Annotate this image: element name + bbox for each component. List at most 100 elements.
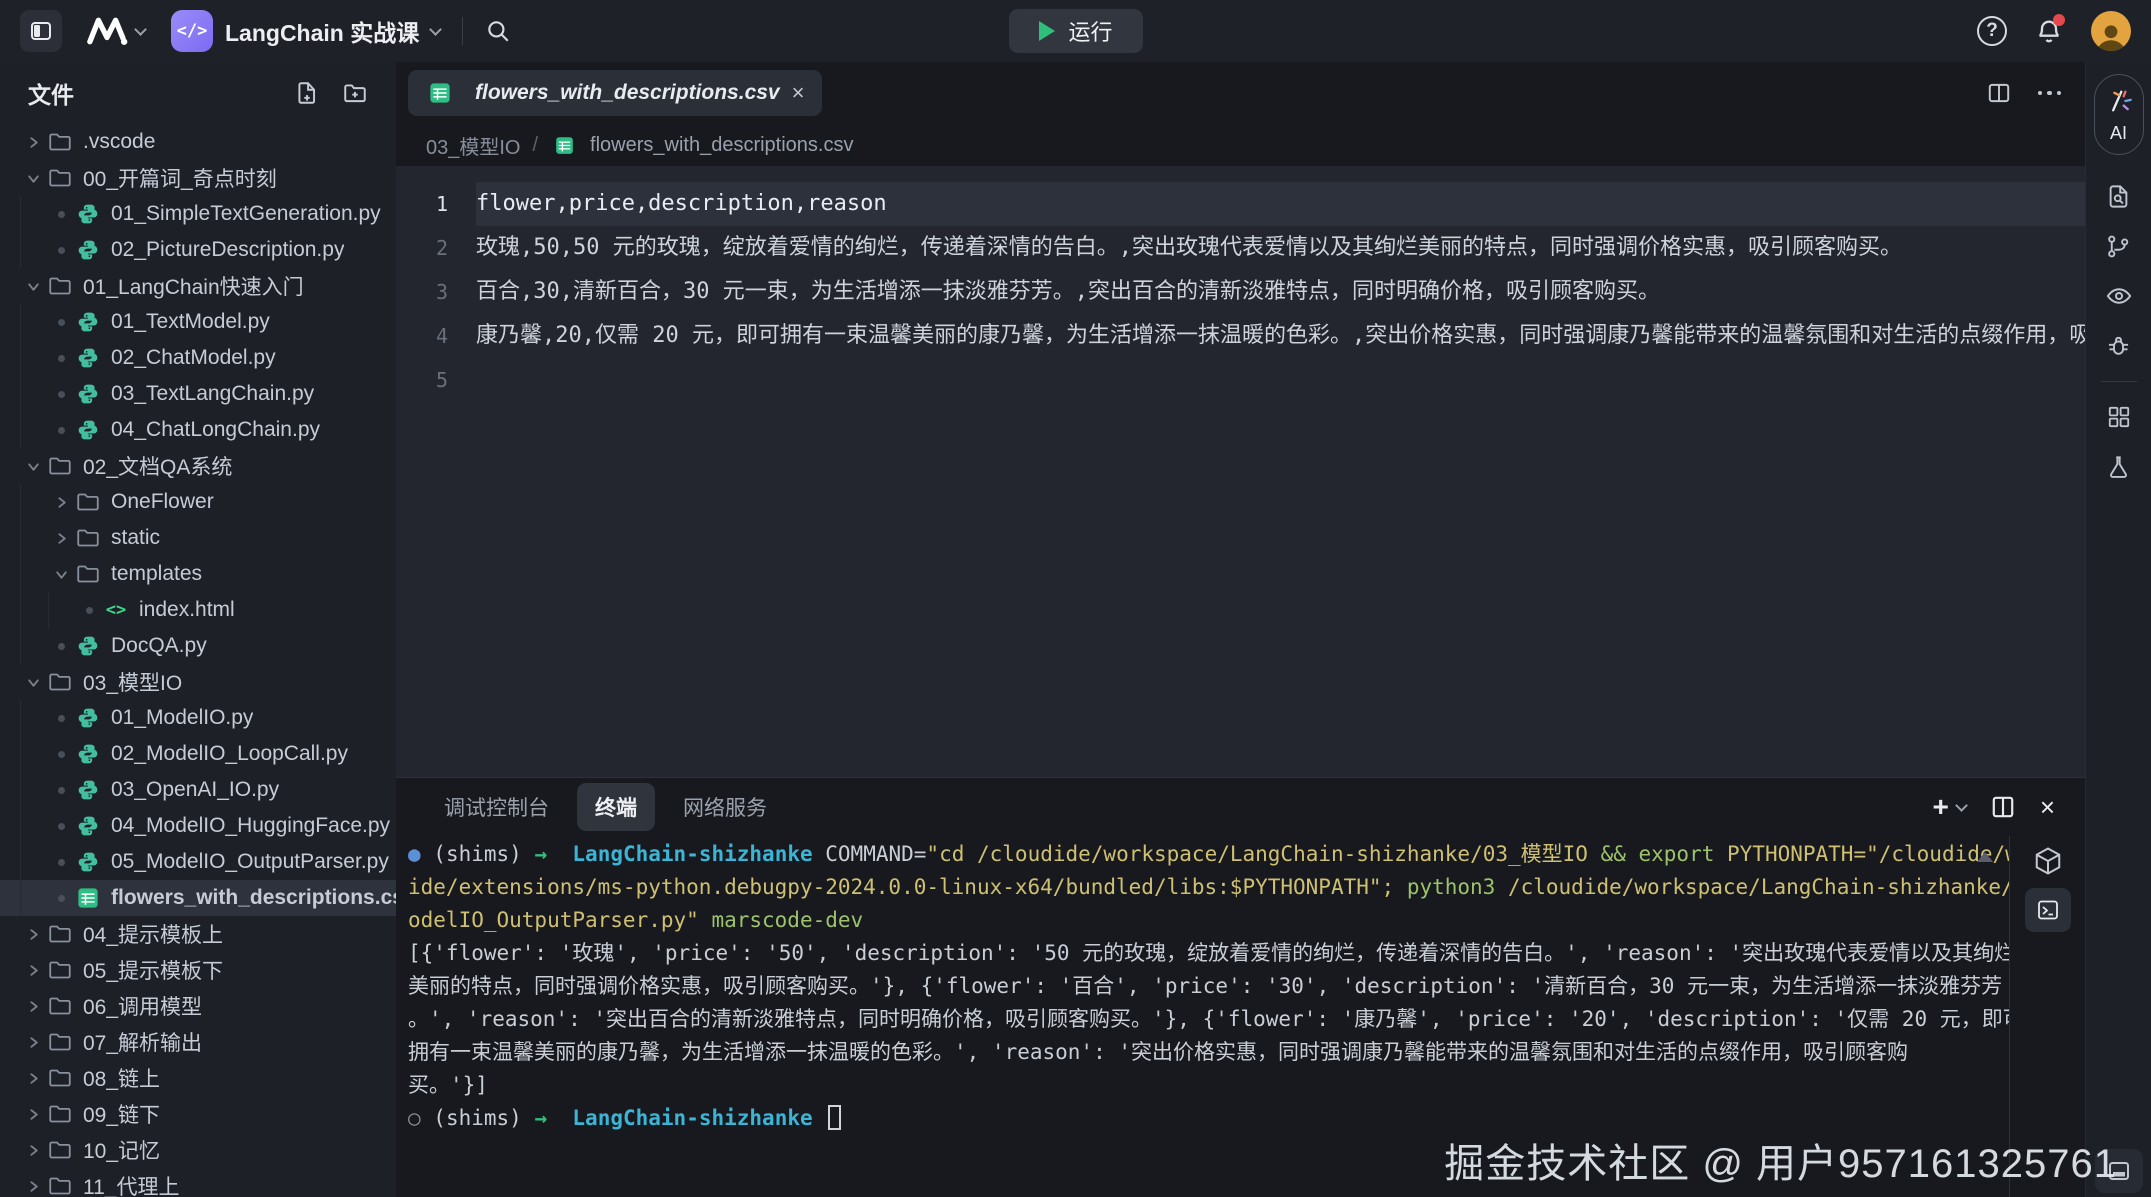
file-search-button[interactable] [2086,171,2151,221]
terminal-line: ● (shims) → LangChain-shizhanke COMMAND=… [408,838,2009,871]
code-line-3[interactable]: 3百合,30,清新百合，30 元一束，为生活增添一抹淡雅芬芳。,突出百合的清新淡… [396,270,2085,314]
tree-item-01_TextModel.py[interactable]: 01_TextModel.py [0,304,396,340]
close-panel-button[interactable]: × [2040,794,2055,820]
tree-item-03_模型IO[interactable]: 03_模型IO [0,664,396,700]
terminal-output[interactable]: ● (shims) → LangChain-shizhanke COMMAND=… [396,836,2009,1197]
tree-item-DocQA.py[interactable]: DocQA.py [0,628,396,664]
project-icon: </> [171,10,213,52]
tree-item-static[interactable]: static [0,520,396,556]
new-folder-button[interactable] [342,80,368,106]
tree-item-02_ChatModel.py[interactable]: 02_ChatModel.py [0,340,396,376]
terminal-dropdown-icon[interactable] [1955,799,1968,812]
tree-item-flowers_with_descriptions.csv[interactable]: flowers_with_descriptions.csv [0,880,396,916]
tree-item-02_ModelIO_LoopCall.py[interactable]: 02_ModelIO_LoopCall.py [0,736,396,772]
code-line-4[interactable]: 4康乃馨,20,仅需 20 元，即可拥有一束温馨美丽的康乃馨，为生活增添一抹温暖… [396,314,2085,358]
more-actions-button[interactable] [2038,91,2062,96]
tree-item-OneFlower[interactable]: OneFlower [0,484,396,520]
tree-item-label: 02_ChatModel.py [111,346,276,370]
tree-item-04_提示模板上[interactable]: 04_提示模板上 [0,916,396,952]
sidebar-toggle-button[interactable] [20,10,62,52]
indent-guide [20,628,48,664]
tree-item-02_文档QA系统[interactable]: 02_文档QA系统 [0,448,396,484]
split-editor-button[interactable] [1986,80,2012,106]
tree-item-label: 03_TextLangChain.py [111,382,314,406]
chevron-right-icon[interactable] [20,964,46,977]
tree-item-05_ModelIO_OutputParser.py[interactable]: 05_ModelIO_OutputParser.py [0,844,396,880]
new-file-button[interactable] [294,80,320,106]
line-text: 玫瑰,50,50 元的玫瑰，绽放着爱情的绚烂，传递着深情的告白。,突出玫瑰代表爱… [476,226,2085,270]
chevron-right-icon[interactable] [48,496,74,509]
tree-item-03_OpenAI_IO.py[interactable]: 03_OpenAI_IO.py [0,772,396,808]
tree-item-templates[interactable]: templates [0,556,396,592]
python-file-icon [74,742,102,766]
editor-tab-flowers-csv[interactable]: flowers_with_descriptions.csv × [408,70,822,116]
preview-button[interactable] [2086,271,2151,321]
bottom-panel-toggle-button[interactable] [2095,1149,2143,1193]
tree-item-04_ModelIO_HuggingFace.py[interactable]: 04_ModelIO_HuggingFace.py [0,808,396,844]
breadcrumb-folder[interactable]: 03_模型IO [426,131,520,160]
chevron-right-icon[interactable] [48,532,74,545]
marscode-logo[interactable] [84,16,145,46]
tree-item-10_记忆[interactable]: 10_记忆 [0,1132,396,1168]
code-editor[interactable]: 1flower,price,description,reason2玫瑰,50,5… [396,166,2085,777]
tree-item-05_提示模板下[interactable]: 05_提示模板下 [0,952,396,988]
breadcrumb-file[interactable]: flowers_with_descriptions.csv [590,134,853,157]
search-button[interactable] [485,18,511,44]
chevron-right-icon[interactable] [20,1180,46,1193]
run-button[interactable]: 运行 [1008,9,1142,53]
terminal-session-cube-icon[interactable] [2033,846,2063,876]
csv-file-icon [74,886,102,910]
split-editor-icon [1986,80,2012,106]
chevron-down-icon[interactable] [20,676,46,689]
tree-item-00_开篇词_奇点时刻[interactable]: 00_开篇词_奇点时刻 [0,160,396,196]
chevron-right-icon[interactable] [20,1072,46,1085]
code-line-2[interactable]: 2玫瑰,50,50 元的玫瑰，绽放着爱情的绚烂，传递着深情的告白。,突出玫瑰代表… [396,226,2085,270]
indent-guide [20,808,48,844]
debug-button[interactable] [2086,321,2151,371]
file-search-icon [2105,183,2132,210]
tree-item-04_ChatLongChain.py[interactable]: 04_ChatLongChain.py [0,412,396,448]
avatar[interactable] [2091,11,2131,51]
tree-item-08_链上[interactable]: 08_链上 [0,1060,396,1096]
tree-item-index.html[interactable]: <>index.html [0,592,396,628]
tree-item-01_LangChain快速入门[interactable]: 01_LangChain快速入门 [0,268,396,304]
tree-item-01_ModelIO.py[interactable]: 01_ModelIO.py [0,700,396,736]
chevron-right-icon[interactable] [20,1000,46,1013]
ai-assistant-button[interactable]: AI [2094,74,2144,155]
breadcrumb[interactable]: 03_模型IO / flowers_with_descriptions.csv [396,124,2085,166]
panel-tab-终端[interactable]: 终端 [577,783,655,831]
help-button[interactable]: ? [1977,16,2007,46]
project-switcher[interactable]: </> LangChain 实战课 [171,10,440,52]
panel-tab-网络服务[interactable]: 网络服务 [665,783,785,831]
panel-tab-调试控制台[interactable]: 调试控制台 [426,783,567,831]
test-button[interactable] [2086,442,2151,492]
chevron-right-icon[interactable] [20,1036,46,1049]
tree-item-03_TextLangChain.py[interactable]: 03_TextLangChain.py [0,376,396,412]
chevron-down-icon[interactable] [20,460,46,473]
extensions-button[interactable] [2086,392,2151,442]
tab-close-icon[interactable]: × [792,82,805,104]
notifications-button[interactable] [2035,17,2063,45]
new-terminal-button[interactable]: + [1932,793,1965,821]
chevron-down-icon[interactable] [20,172,46,185]
source-control-button[interactable] [2086,221,2151,271]
code-line-5[interactable]: 5 [396,358,2085,402]
tree-item-07_解析输出[interactable]: 07_解析输出 [0,1024,396,1060]
chevron-right-icon[interactable] [20,928,46,941]
split-terminal-button[interactable] [1990,794,2016,820]
chevron-right-icon[interactable] [20,1144,46,1157]
folder-icon [46,1174,74,1197]
chevron-right-icon[interactable] [20,1108,46,1121]
chevron-right-icon[interactable] [20,136,46,149]
tree-item-09_链下[interactable]: 09_链下 [0,1096,396,1132]
tree-item-11_代理上[interactable]: 11_代理上 [0,1168,396,1197]
tree-item-01_SimpleTextGeneration.py[interactable]: 01_SimpleTextGeneration.py [0,196,396,232]
tree-item-06_调用模型[interactable]: 06_调用模型 [0,988,396,1024]
code-line-1[interactable]: 1flower,price,description,reason [396,182,2085,226]
tree-item-.vscode[interactable]: .vscode [0,124,396,160]
terminal-session-active[interactable] [2025,888,2071,932]
chevron-down-icon[interactable] [20,280,46,293]
tree-item-02_PictureDescription.py[interactable]: 02_PictureDescription.py [0,232,396,268]
scroll-top-icon[interactable] [1977,852,1993,862]
chevron-down-icon[interactable] [48,568,74,581]
